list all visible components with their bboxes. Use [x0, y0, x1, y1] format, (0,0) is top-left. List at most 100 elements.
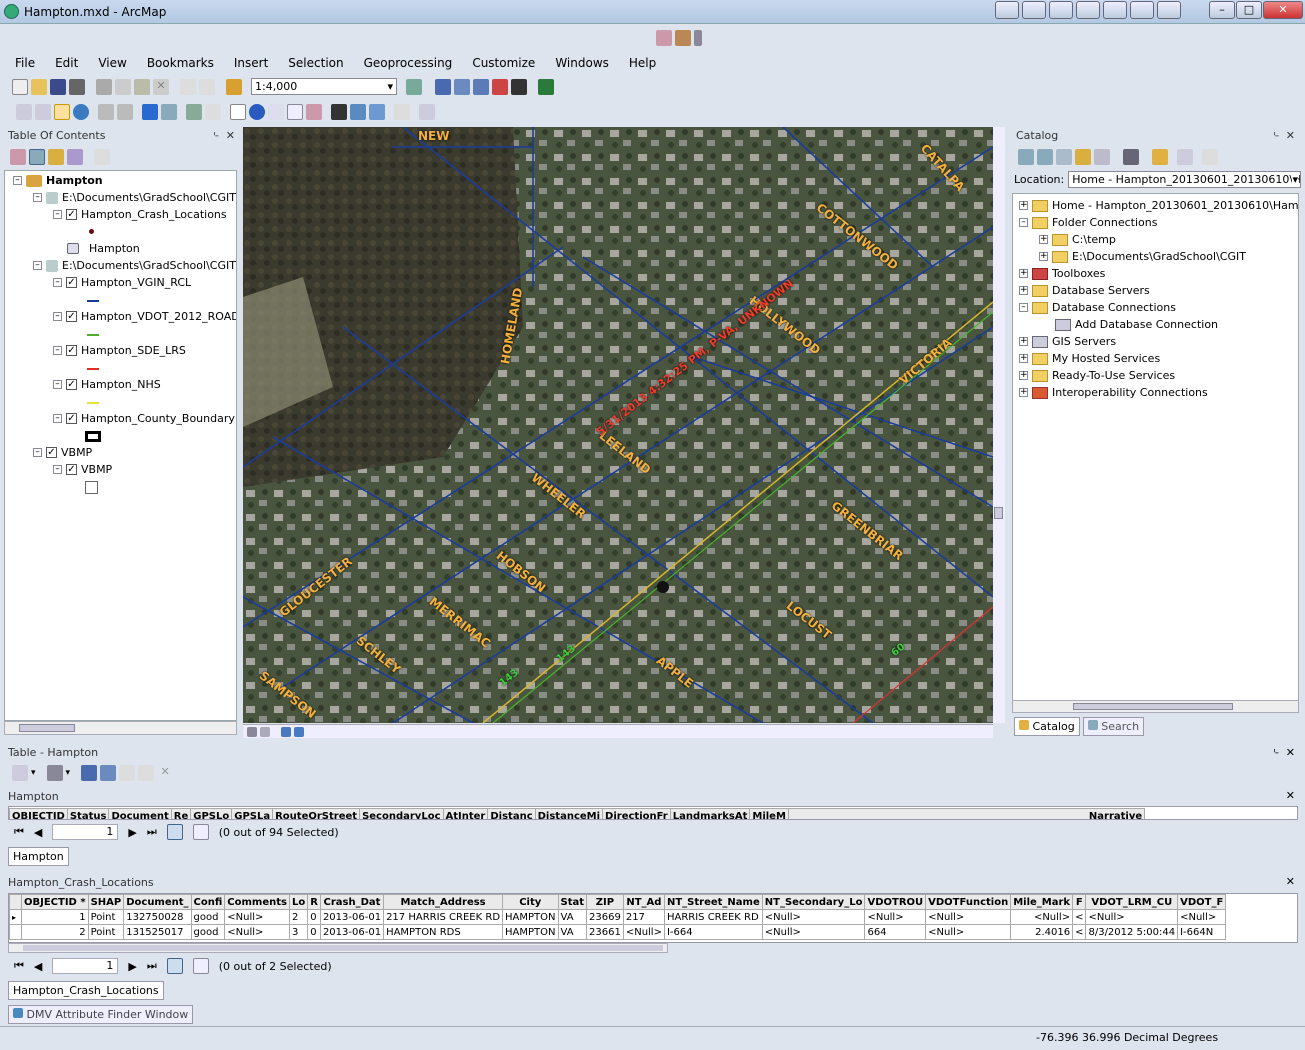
copy-icon[interactable] — [115, 78, 131, 95]
column-header[interactable]: R — [307, 894, 321, 910]
up-one-level-icon[interactable] — [1056, 149, 1072, 165]
catalog-gis-servers[interactable]: + GIS Servers — [1019, 335, 1116, 348]
select-by-attributes-icon[interactable] — [81, 765, 98, 781]
layer-checkbox[interactable]: ✓ — [66, 311, 77, 322]
data-view-icon[interactable] — [247, 726, 257, 737]
close-icon[interactable]: ✕ — [1286, 789, 1295, 802]
tab-search[interactable]: Search — [1082, 717, 1145, 736]
editor-icon[interactable] — [406, 78, 422, 95]
menu-item[interactable]: Bookmarks — [144, 55, 217, 73]
row-selector[interactable] — [9, 924, 22, 940]
table-cell[interactable]: 217 — [622, 909, 665, 925]
column-header[interactable]: SHAP — [87, 894, 125, 910]
pin-icon[interactable]: ⌎ — [1270, 746, 1279, 759]
column-header[interactable]: Narrative — [787, 808, 1146, 819]
row-selector[interactable]: ▸ — [9, 909, 22, 925]
table1-tab-label[interactable]: Hampton — [8, 847, 69, 866]
collapse-icon[interactable]: – — [53, 465, 62, 474]
taskbar-thumb-1[interactable] — [995, 1, 1019, 19]
location-input[interactable]: Home - Hampton_20130601_20130610\Ham ▾ — [1068, 170, 1301, 188]
table-cell[interactable]: <Null> — [224, 924, 290, 940]
toc-layer[interactable]: – ✓ Hampton_VGIN_RCL — [53, 276, 191, 289]
menu-item[interactable]: Customize — [469, 55, 538, 73]
taskbar-thumb-5[interactable] — [1103, 1, 1127, 19]
cut-icon[interactable] — [96, 78, 112, 95]
menu-item[interactable]: Edit — [52, 55, 81, 73]
layer-checkbox[interactable]: ✓ — [46, 447, 57, 458]
table-cell[interactable]: <Null> — [1010, 909, 1074, 925]
menu-item[interactable]: Geoprocessing — [361, 55, 456, 73]
layer-checkbox[interactable]: ✓ — [66, 464, 77, 475]
full-extent-icon[interactable] — [73, 104, 89, 120]
pin-icon[interactable]: ⌎ — [210, 127, 219, 145]
expand-icon[interactable]: + — [1039, 252, 1048, 261]
table-cell[interactable]: Point — [87, 924, 125, 940]
toc-group-2[interactable]: – E:\Documents\GradSchool\CGIT\ — [33, 259, 236, 272]
add-data-icon[interactable] — [656, 30, 672, 46]
column-header[interactable]: Mile_Mark — [1010, 894, 1074, 910]
identify-icon[interactable] — [249, 104, 265, 120]
zoom-to-selected-icon[interactable] — [138, 765, 155, 781]
catalog-ctemp[interactable]: + C:\temp — [1039, 233, 1116, 246]
catalog-add-db[interactable]: Add Database Connection — [1055, 318, 1218, 331]
back-icon[interactable] — [1018, 149, 1034, 165]
table-cell[interactable]: 23669 — [586, 909, 624, 925]
table-cell[interactable]: <Null> — [761, 924, 866, 940]
search-window-icon[interactable] — [473, 78, 489, 95]
table-cell[interactable]: 217 HARRIS CREEK RD — [383, 909, 504, 925]
open-icon[interactable] — [31, 78, 47, 95]
catalog-toolboxes[interactable]: + Toolboxes — [1019, 267, 1105, 280]
options-icon[interactable] — [1202, 149, 1218, 165]
table-cell[interactable]: 1 — [21, 909, 89, 925]
column-header[interactable]: Status — [66, 808, 110, 819]
fixed-zoom-in-icon[interactable] — [98, 104, 114, 120]
collapse-icon[interactable]: – — [53, 312, 62, 321]
menu-item[interactable]: File — [12, 55, 38, 73]
delete-selected-icon[interactable]: ✕ — [157, 765, 173, 781]
table-cell[interactable]: VA — [557, 924, 588, 940]
close-icon[interactable]: ✕ — [1286, 746, 1295, 759]
toolbox-icon[interactable] — [675, 30, 691, 46]
table2-tab[interactable]: Hampton_Crash_Locations — [8, 981, 164, 1000]
options-icon[interactable] — [94, 149, 110, 165]
table-cell[interactable]: HAMPTON — [502, 924, 559, 940]
add-data-icon[interactable] — [226, 78, 242, 95]
table2-horizontal-scrollbar[interactable] — [8, 943, 668, 953]
pan-icon[interactable] — [54, 104, 70, 120]
expand-icon[interactable]: + — [1019, 201, 1028, 210]
layout-view-icon[interactable] — [260, 726, 270, 737]
column-header[interactable]: MileM — [749, 808, 789, 819]
layer-checkbox[interactable]: ✓ — [66, 379, 77, 390]
column-header[interactable]: NT_Street_Name — [663, 894, 763, 910]
row-selector-header[interactable] — [9, 894, 22, 910]
column-header[interactable]: AtInter — [442, 808, 489, 819]
column-header[interactable]: SecondaryLoc — [359, 808, 444, 819]
table-cell[interactable]: <Null> — [925, 924, 1012, 940]
new-document-icon[interactable] — [12, 78, 28, 95]
toggle-contents-icon[interactable] — [1177, 149, 1193, 165]
layer-checkbox[interactable]: ✓ — [66, 277, 77, 288]
back-extent-icon[interactable] — [142, 104, 158, 120]
table-cell[interactable]: <Null> — [761, 909, 866, 925]
table1-tab[interactable]: Hampton — [8, 847, 69, 866]
table-cell[interactable]: 0 — [307, 909, 321, 925]
measure-icon[interactable] — [306, 104, 322, 120]
map-view[interactable]: NEW CATALPA COTTONWOOD HOMELAND HOLLYWOOD VIC… — [243, 127, 993, 723]
save-icon[interactable] — [50, 78, 66, 95]
menu-item[interactable]: Windows — [552, 55, 612, 73]
expand-icon[interactable]: + — [1019, 388, 1028, 397]
column-header[interactable]: Stat — [557, 894, 588, 910]
show-all-records-icon[interactable] — [166, 958, 183, 974]
table-row[interactable]: ▸ 1 Point 132750028 good <Null> 2 0 2013-06-01 21… — [9, 909, 1227, 925]
expand-icon[interactable]: + — [1019, 269, 1028, 278]
connect-folder-icon[interactable] — [1094, 149, 1110, 165]
close-icon[interactable]: ✕ — [1286, 127, 1295, 145]
toc-layer-crash[interactable]: – ✓ Hampton_Crash_Locations — [53, 208, 227, 221]
collapse-icon[interactable]: – — [53, 380, 62, 389]
toc-vbmp-group[interactable]: – ✓ VBMP — [33, 446, 92, 459]
collapse-icon[interactable]: – — [13, 176, 22, 185]
find-route-icon[interactable] — [350, 104, 366, 120]
column-header[interactable]: NT_Secondary_Lo — [761, 894, 866, 910]
time-slider-icon[interactable] — [394, 104, 410, 120]
catalog-interop[interactable]: + Interoperability Connections — [1019, 386, 1208, 399]
